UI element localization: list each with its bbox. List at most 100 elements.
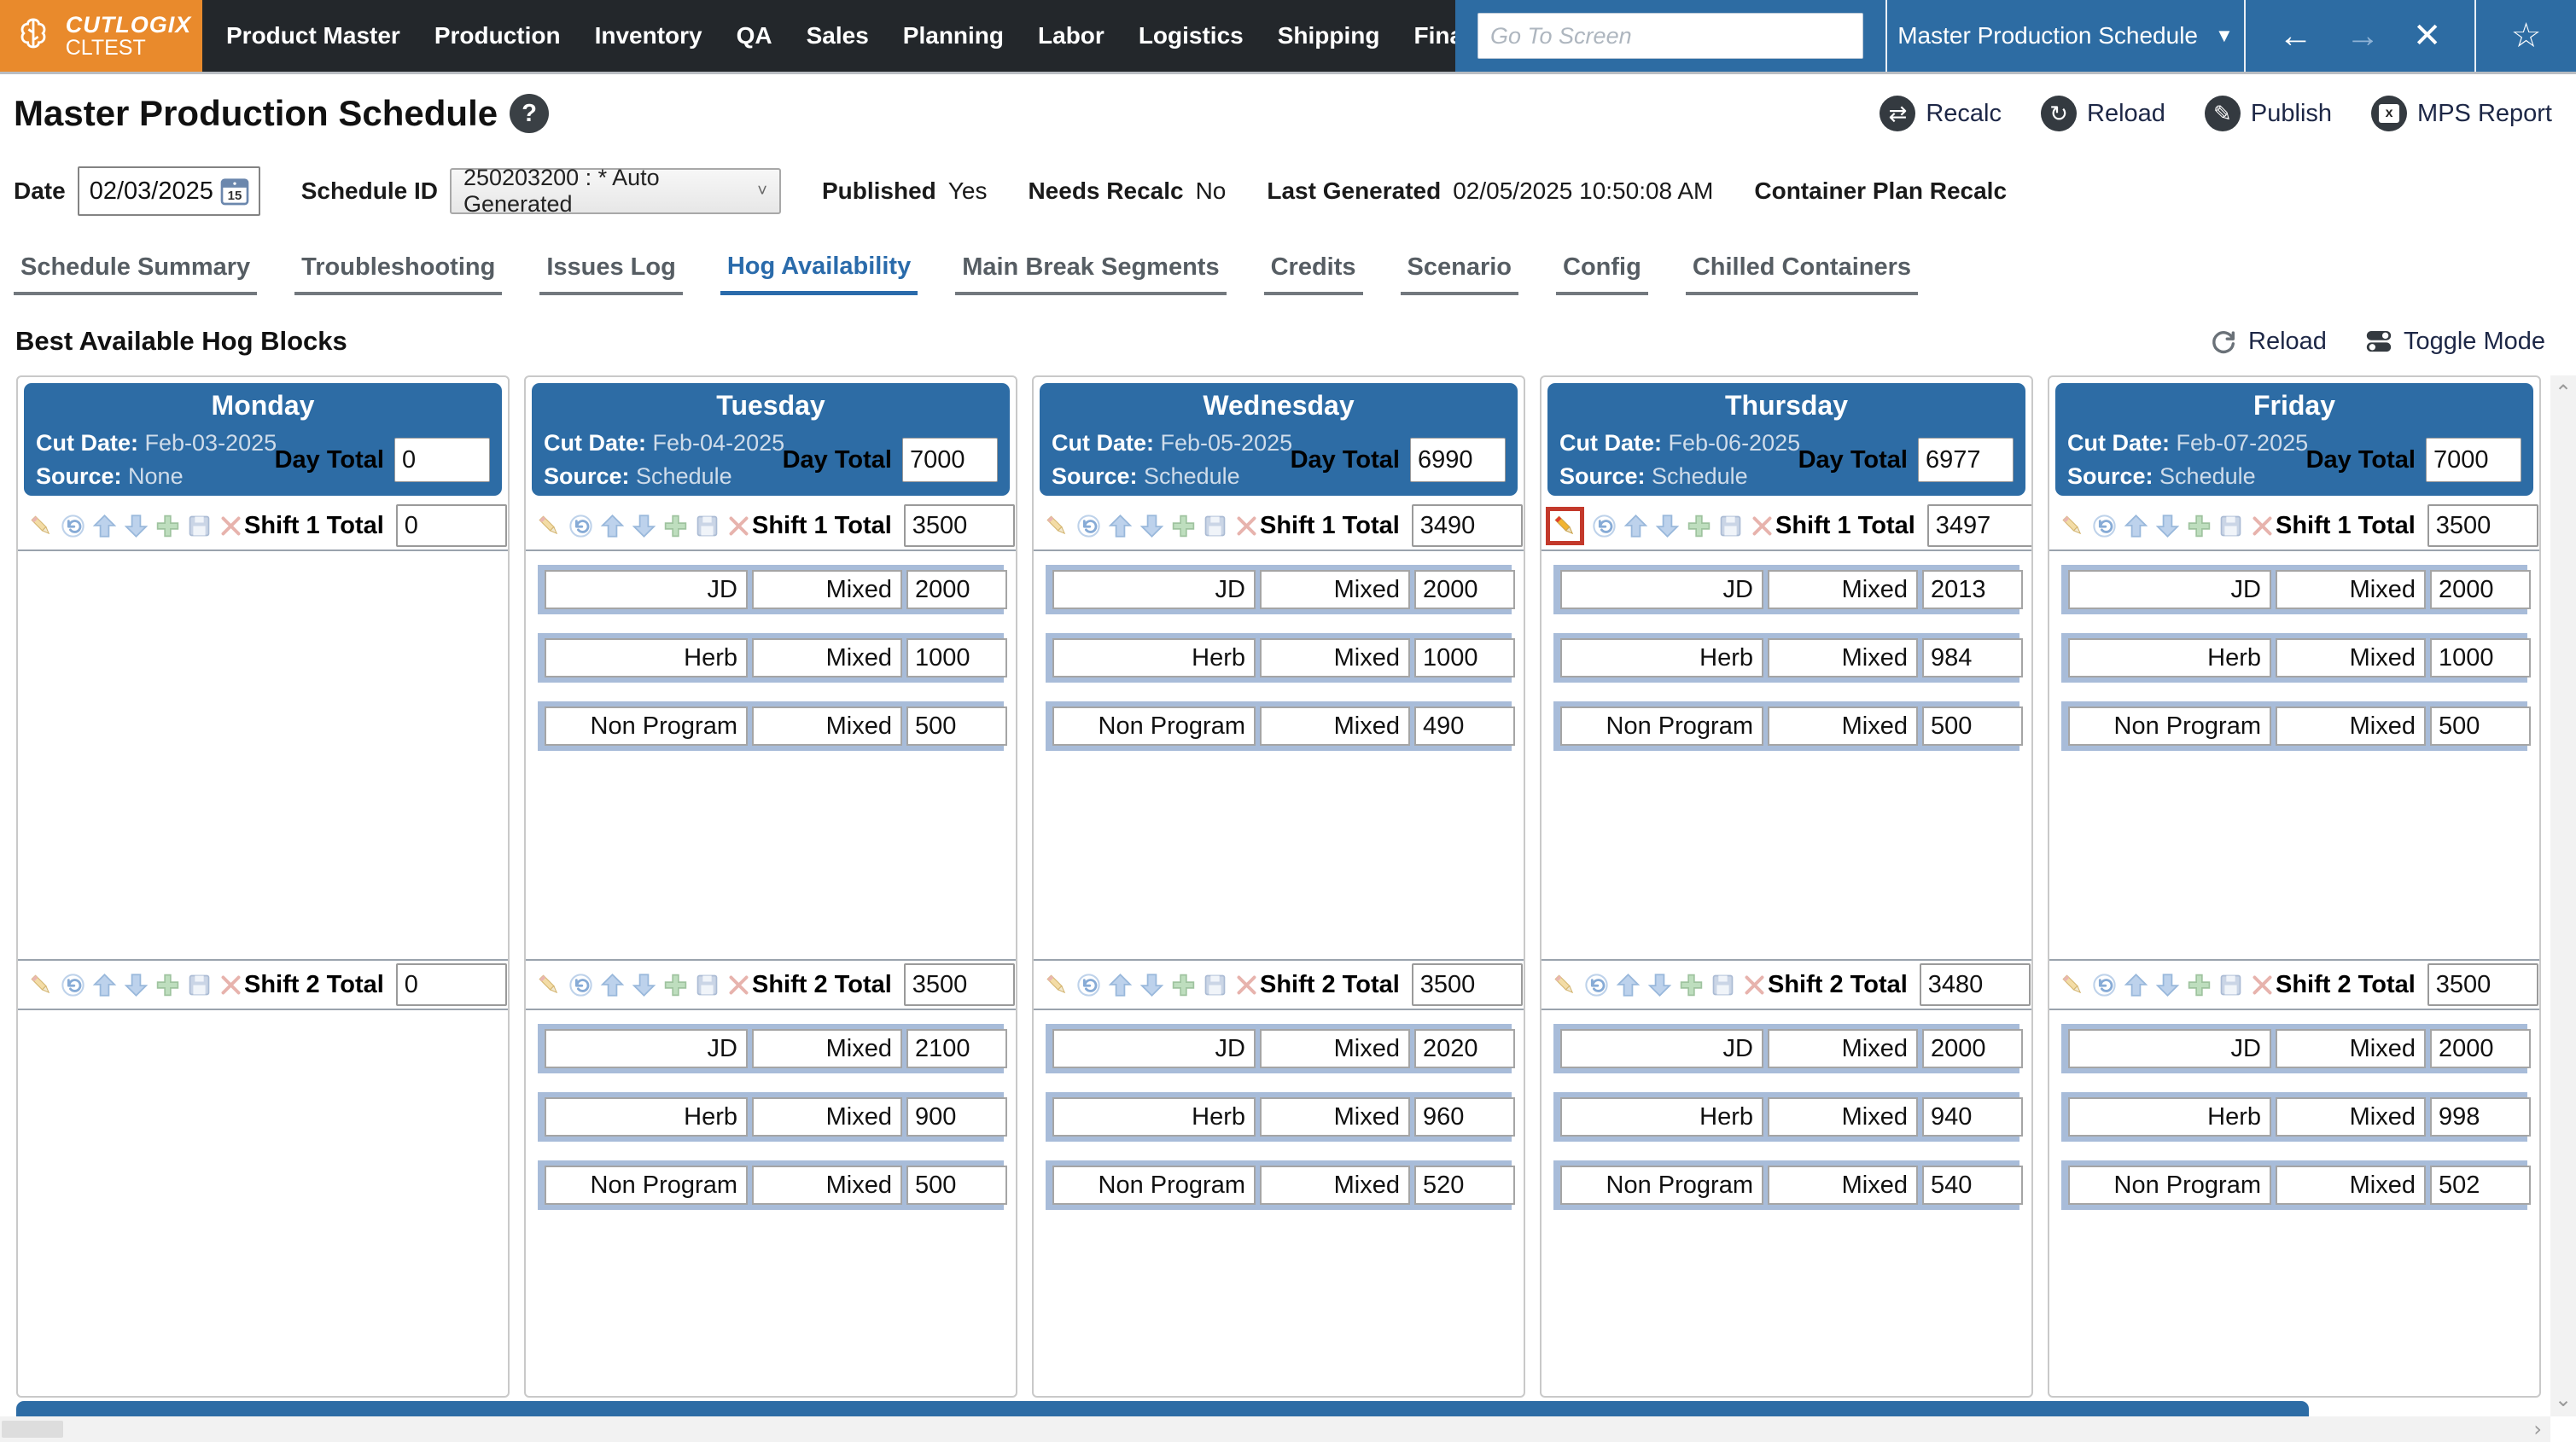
pencil-icon[interactable] xyxy=(1044,513,1070,539)
move-up-icon[interactable] xyxy=(1107,972,1134,998)
move-up-icon[interactable] xyxy=(1107,513,1134,539)
type-field[interactable]: Mixed xyxy=(2276,1097,2426,1137)
type-field[interactable]: Mixed xyxy=(1260,570,1410,609)
save-icon[interactable] xyxy=(1717,513,1744,539)
delete-icon[interactable] xyxy=(1233,972,1260,998)
quantity-field[interactable]: 500 xyxy=(1922,706,2023,746)
type-field[interactable]: Mixed xyxy=(752,1097,902,1137)
pencil-icon[interactable] xyxy=(536,513,562,539)
undo-icon[interactable] xyxy=(1075,972,1102,998)
schedule-id-dropdown[interactable]: 250203200 : * Auto Generated ˅ xyxy=(450,168,781,214)
save-icon[interactable] xyxy=(2218,972,2244,998)
save-icon[interactable] xyxy=(186,513,213,539)
quantity-field[interactable]: 490 xyxy=(1414,706,1515,746)
quantity-field[interactable]: 500 xyxy=(906,1166,1007,1205)
add-icon[interactable] xyxy=(1170,513,1197,539)
type-field[interactable]: Mixed xyxy=(752,1166,902,1205)
nav-item-shipping[interactable]: Shipping xyxy=(1278,22,1380,49)
move-down-icon[interactable] xyxy=(1654,513,1681,539)
vertical-scrollbar[interactable]: ⌃ ⌄ xyxy=(2550,375,2576,1416)
nav-item-production[interactable]: Production xyxy=(434,22,561,49)
add-icon[interactable] xyxy=(2186,513,2212,539)
undo-icon[interactable] xyxy=(568,513,594,539)
nav-item-qa[interactable]: QA xyxy=(737,22,772,49)
delete-icon[interactable] xyxy=(726,972,752,998)
favorite-star-icon[interactable]: ☆ xyxy=(2511,19,2542,53)
shift-total-input[interactable] xyxy=(1412,963,1523,1006)
move-down-icon[interactable] xyxy=(2154,513,2181,539)
save-icon[interactable] xyxy=(694,972,720,998)
type-field[interactable]: Mixed xyxy=(2276,706,2426,746)
date-input[interactable] xyxy=(79,170,218,212)
add-icon[interactable] xyxy=(1678,972,1705,998)
program-field[interactable]: Non Program xyxy=(1052,1166,1256,1205)
tab-scenario[interactable]: Scenario xyxy=(1401,253,1519,295)
undo-icon[interactable] xyxy=(1583,972,1610,998)
type-field[interactable]: Mixed xyxy=(1768,706,1918,746)
program-field[interactable]: JD xyxy=(2068,570,2271,609)
pencil-icon[interactable] xyxy=(536,972,562,998)
tab-issues-log[interactable]: Issues Log xyxy=(539,253,683,295)
add-icon[interactable] xyxy=(662,972,689,998)
delete-icon[interactable] xyxy=(2249,972,2276,998)
type-field[interactable]: Mixed xyxy=(1260,1029,1410,1068)
move-down-icon[interactable] xyxy=(631,972,657,998)
quantity-field[interactable]: 2020 xyxy=(1414,1029,1515,1068)
pencil-icon[interactable] xyxy=(1552,972,1578,998)
day-total-input[interactable] xyxy=(394,438,490,482)
mps-report-button[interactable]: xMPS Report xyxy=(2371,96,2552,131)
quantity-field[interactable]: 984 xyxy=(1922,638,2023,677)
add-icon[interactable] xyxy=(1686,513,1712,539)
screen-selector-dropdown[interactable]: Master Production Schedule ▼ xyxy=(1887,22,2244,49)
move-down-icon[interactable] xyxy=(631,513,657,539)
publish-button[interactable]: ✎Publish xyxy=(2205,96,2332,131)
add-icon[interactable] xyxy=(154,972,181,998)
program-field[interactable]: Herb xyxy=(1560,1097,1763,1137)
move-up-icon[interactable] xyxy=(2123,972,2149,998)
tab-chilled-containers[interactable]: Chilled Containers xyxy=(1686,253,1918,295)
type-field[interactable]: Mixed xyxy=(752,638,902,677)
tab-credits[interactable]: Credits xyxy=(1264,253,1363,295)
close-icon[interactable]: ✕ xyxy=(2413,19,2442,53)
type-field[interactable]: Mixed xyxy=(1260,1166,1410,1205)
nav-item-labor[interactable]: Labor xyxy=(1038,22,1104,49)
scroll-down-icon[interactable]: ⌄ xyxy=(2555,1389,2572,1410)
pencil-icon[interactable] xyxy=(1552,513,1578,539)
delete-icon[interactable] xyxy=(1741,972,1768,998)
type-field[interactable]: Mixed xyxy=(1768,638,1918,677)
quantity-field[interactable]: 500 xyxy=(906,706,1007,746)
horizontal-scrollbar[interactable]: › xyxy=(0,1416,2550,1442)
recalc-button[interactable]: ⇄Recalc xyxy=(1880,96,2002,131)
toggle-mode-button[interactable]: Toggle Mode xyxy=(2364,327,2545,356)
type-field[interactable]: Mixed xyxy=(752,1029,902,1068)
pencil-icon[interactable] xyxy=(28,513,55,539)
add-icon[interactable] xyxy=(662,513,689,539)
type-field[interactable]: Mixed xyxy=(1768,1166,1918,1205)
type-field[interactable]: Mixed xyxy=(2276,570,2426,609)
shift-total-input[interactable] xyxy=(1412,504,1523,547)
type-field[interactable]: Mixed xyxy=(1260,1097,1410,1137)
program-field[interactable]: Non Program xyxy=(545,706,748,746)
program-field[interactable]: Herb xyxy=(1560,638,1763,677)
move-up-icon[interactable] xyxy=(91,513,118,539)
type-field[interactable]: Mixed xyxy=(2276,1029,2426,1068)
delete-icon[interactable] xyxy=(218,972,244,998)
nav-item-sales[interactable]: Sales xyxy=(807,22,869,49)
program-field[interactable]: Non Program xyxy=(2068,1166,2271,1205)
delete-icon[interactable] xyxy=(726,513,752,539)
quantity-field[interactable]: 500 xyxy=(2430,706,2531,746)
pencil-icon[interactable] xyxy=(2060,513,2086,539)
undo-icon[interactable] xyxy=(60,972,86,998)
add-icon[interactable] xyxy=(2186,972,2212,998)
reload-button[interactable]: ↻Reload xyxy=(2041,96,2165,131)
nav-item-planning[interactable]: Planning xyxy=(903,22,1004,49)
reload-button[interactable]: Reload xyxy=(2209,327,2327,356)
go-to-screen-input[interactable] xyxy=(1477,13,1863,59)
shift-total-input[interactable] xyxy=(2427,504,2538,547)
move-down-icon[interactable] xyxy=(123,513,149,539)
type-field[interactable]: Mixed xyxy=(1768,570,1918,609)
shift-total-input[interactable] xyxy=(396,963,507,1006)
shift-total-input[interactable] xyxy=(1927,504,2033,547)
quantity-field[interactable]: 940 xyxy=(1922,1097,2023,1137)
delete-icon[interactable] xyxy=(2249,513,2276,539)
